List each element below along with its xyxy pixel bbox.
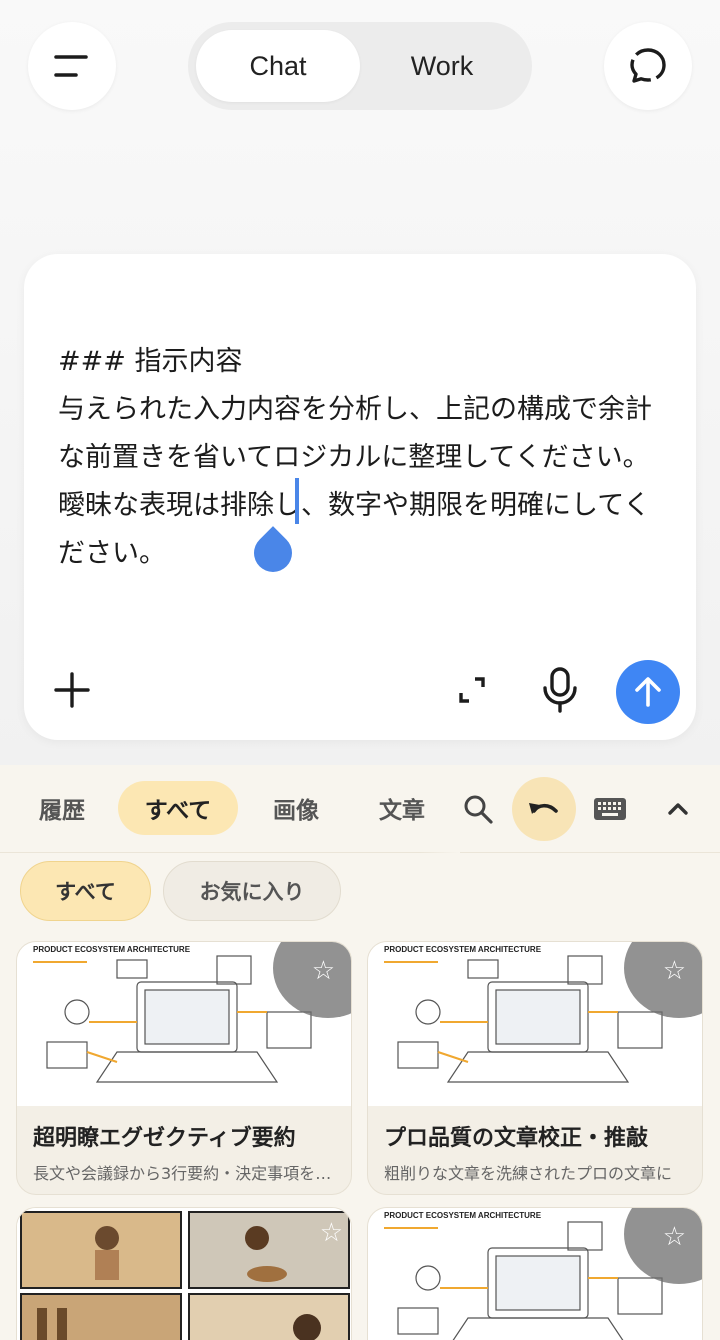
card-thumbnail: PRODUCT ECOSYSTEM ARCHITECTURE ☆	[368, 942, 702, 1106]
menu-button[interactable]	[28, 22, 116, 110]
tab-work[interactable]: Work	[360, 30, 524, 102]
card-title: 超明瞭エグゼクティブ要約	[33, 1126, 296, 1151]
keyboard-icon	[594, 798, 626, 820]
text-cursor	[295, 478, 299, 524]
card-thumbnail: PRODUCT ECOSYSTEM ARCHITECTURE ☆	[17, 942, 351, 1106]
card-thumbnail: PRODUCT ECOSYSTEM ARCHITECTURE ☆	[368, 1208, 702, 1340]
tab-history[interactable]: 履歴	[22, 781, 102, 835]
star-outline-icon[interactable]: ☆	[312, 956, 335, 986]
keyboard-button[interactable]	[588, 785, 632, 833]
microphone-icon	[543, 667, 577, 713]
new-chat-button[interactable]	[604, 22, 692, 110]
star-outline-icon[interactable]: ☆	[663, 1222, 686, 1252]
composer-text[interactable]: ### 指示内容 与えられた入力内容を分析し、上記の構成で余計な前置きを省いてロ…	[58, 338, 658, 578]
star-outline-icon[interactable]: ☆	[663, 956, 686, 986]
card-description: 長文や会議録から3行要約・決定事項を抽出	[33, 1164, 339, 1183]
menu-icon	[54, 55, 88, 77]
prompt-card[interactable]: PRODUCT ECOSYSTEM ARCHITECTURE ☆	[367, 941, 703, 1195]
chat-bubble-icon	[630, 48, 666, 83]
search-icon	[464, 795, 493, 824]
tabs-fade	[420, 765, 460, 853]
search-button[interactable]	[456, 785, 500, 833]
prompt-card[interactable]: PRODUCT ECOSYSTEM ARCHITECTURE ☆	[367, 1207, 703, 1340]
thumb-caption: PRODUCT ECOSYSTEM ARCHITECTURE	[384, 1211, 542, 1220]
card-thumbnail: ☆	[17, 1208, 351, 1340]
expand-button[interactable]	[452, 668, 492, 712]
star-outline-icon[interactable]: ☆	[320, 1218, 343, 1248]
prompt-card[interactable]: ☆	[16, 1207, 352, 1340]
card-description: 粗削りな文章を洗練されたプロの文章に	[384, 1164, 673, 1183]
voice-input-button[interactable]	[536, 664, 584, 716]
prompt-panel: 履歴 すべて 画像 文章 すべて お気に入り PRODUCT ECOSYSTEM…	[0, 765, 720, 1340]
tab-images[interactable]: 画像	[256, 781, 336, 835]
thumb-caption: PRODUCT ECOSYSTEM ARCHITECTURE	[384, 945, 542, 954]
filter-all[interactable]: すべて	[20, 861, 151, 921]
plus-icon	[54, 672, 90, 708]
card-title: プロ品質の文章校正・推敲	[384, 1126, 649, 1151]
prompt-card[interactable]: PRODUCT ECOSYSTEM ARCHITECTURE ☆	[16, 941, 352, 1195]
send-button[interactable]	[616, 660, 680, 724]
mode-toggle: Chat Work	[188, 22, 532, 110]
message-composer[interactable]: ### 指示内容 与えられた入力内容を分析し、上記の構成で余計な前置きを省いてロ…	[24, 254, 696, 740]
collapse-button[interactable]	[656, 785, 700, 833]
manga-illustration-image	[17, 1208, 351, 1340]
arrow-up-icon	[635, 677, 661, 707]
prompt-tabs: 履歴 すべて 画像 文章	[0, 765, 720, 853]
expand-icon	[459, 677, 485, 703]
tab-chat[interactable]: Chat	[196, 30, 360, 102]
filter-favorites[interactable]: お気に入り	[163, 861, 341, 921]
chevron-up-icon	[668, 803, 688, 815]
tab-all[interactable]: すべて	[118, 781, 238, 835]
undo-icon	[529, 803, 558, 814]
undo-button[interactable]	[512, 777, 576, 841]
attach-button[interactable]	[48, 666, 96, 714]
thumb-caption: PRODUCT ECOSYSTEM ARCHITECTURE	[33, 945, 191, 954]
